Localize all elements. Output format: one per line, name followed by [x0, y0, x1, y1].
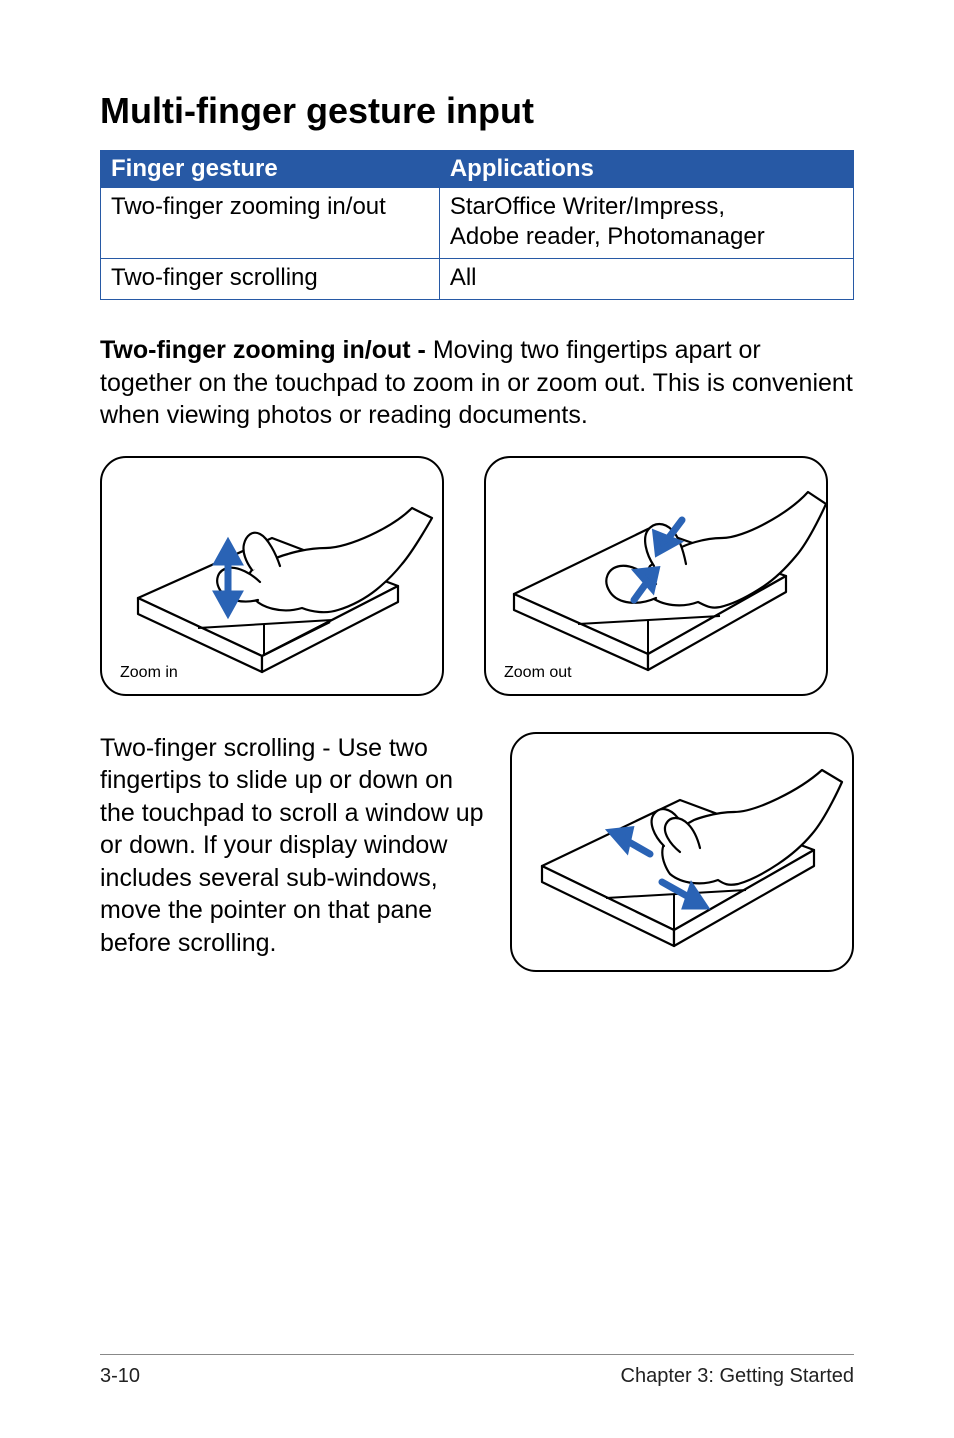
scroll-body: Use two fingertips to slide up or down o…	[100, 734, 484, 957]
gesture-table: Finger gesture Applications Two-finger z…	[100, 150, 854, 300]
zoom-out-illustration	[486, 458, 826, 694]
zoom-out-figure: Zoom out	[484, 456, 828, 696]
zoom-out-caption: Zoom out	[504, 664, 572, 682]
page-footer: 3-10 Chapter 3: Getting Started	[100, 1354, 854, 1388]
zoom-paragraph: Two-finger zooming in/out - Moving two f…	[100, 334, 854, 432]
zoom-figures-row: Zoom in	[100, 456, 854, 696]
col-header-gesture: Finger gesture	[101, 151, 440, 188]
table-row: Two-finger zooming in/out StarOffice Wri…	[101, 188, 854, 259]
footer-chapter: Chapter 3: Getting Started	[621, 1365, 854, 1388]
col-header-apps: Applications	[439, 151, 853, 188]
cell-apps: All	[439, 259, 853, 300]
scroll-section: Two-finger scrolling - Use two fingertip…	[100, 732, 854, 972]
cell-gesture: Two-finger scrolling	[101, 259, 440, 300]
scroll-paragraph: Two-finger scrolling - Use two fingertip…	[100, 732, 484, 960]
scroll-illustration	[512, 734, 852, 970]
table-header-row: Finger gesture Applications	[101, 151, 854, 188]
zoom-in-figure: Zoom in	[100, 456, 444, 696]
scroll-lead: Two-finger scrolling -	[100, 734, 338, 762]
document-page: Multi-finger gesture input Finger gestur…	[0, 0, 954, 1438]
zoom-lead: Two-finger zooming in/out -	[100, 336, 433, 364]
page-title: Multi-finger gesture input	[100, 90, 854, 132]
table-row: Two-finger scrolling All	[101, 259, 854, 300]
zoom-in-illustration	[102, 458, 442, 694]
zoom-in-caption: Zoom in	[120, 664, 178, 682]
cell-apps: StarOffice Writer/Impress, Adobe reader,…	[439, 188, 853, 259]
cell-gesture: Two-finger zooming in/out	[101, 188, 440, 259]
scroll-figure	[510, 732, 854, 972]
footer-page-number: 3-10	[100, 1365, 140, 1388]
